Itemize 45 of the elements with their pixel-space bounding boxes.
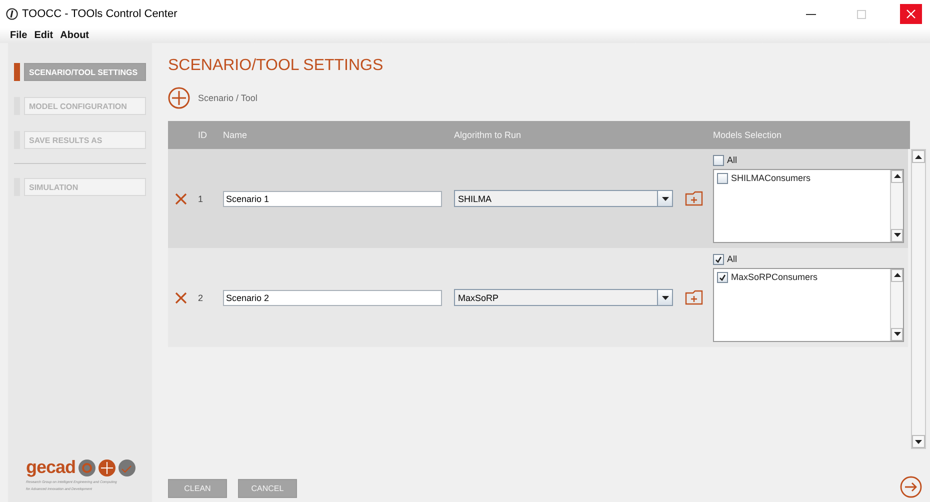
scrollbar[interactable] — [890, 170, 903, 242]
algorithm-dropdown[interactable]: MaxSoRP — [454, 289, 673, 306]
caret-down-icon — [915, 440, 922, 444]
menu-item[interactable]: Edit — [34, 30, 54, 41]
checkbox[interactable] — [717, 272, 728, 282]
name-field[interactable]: Scenario 1 — [223, 190, 442, 206]
page-title: SCENARIO/TOOL SETTINGS — [168, 57, 384, 75]
column-header: Name — [223, 130, 248, 140]
model-label: SHILMAConsumers — [731, 173, 811, 183]
model-label: MaxSoRPConsumers — [731, 272, 818, 282]
folder-add-icon[interactable] — [685, 191, 703, 206]
menu-item[interactable]: File — [10, 30, 28, 41]
folder-add-icon[interactable] — [685, 290, 703, 305]
delete-icon[interactable] — [175, 192, 187, 204]
caret-up-icon — [915, 154, 922, 158]
logo-wordmark: gecad — [26, 457, 76, 478]
checkbox-label: All — [727, 155, 738, 165]
checkbox-label: All — [727, 254, 738, 264]
add-icon[interactable] — [168, 87, 190, 109]
add-label: Scenario / Tool — [198, 93, 258, 103]
delete-icon[interactable] — [175, 292, 187, 304]
caret-down-icon — [662, 296, 668, 300]
close-icon — [906, 9, 916, 19]
app-logo-icon — [6, 8, 18, 20]
close-button[interactable] — [900, 4, 922, 24]
id-cell-text: 2 — [198, 292, 204, 302]
algorithm-dropdown[interactable]: SHILMA — [454, 190, 673, 207]
caret-down-icon — [894, 233, 900, 237]
caret-up-icon — [894, 174, 900, 178]
column-header: Models Selection — [713, 130, 783, 140]
checkbox[interactable] — [717, 172, 728, 184]
menu-item[interactable]: About — [60, 30, 90, 41]
window-title: TOOCC - TOOls Control Center — [22, 8, 178, 20]
checkbox[interactable] — [713, 154, 724, 166]
name-field[interactable]: Scenario 2 — [223, 290, 442, 306]
scrollbar[interactable] — [911, 149, 926, 449]
caret-down-icon — [662, 196, 668, 200]
caret-down-icon — [894, 332, 900, 336]
checkbox[interactable] — [713, 254, 724, 264]
column-header: ID — [198, 130, 208, 140]
id-cell-text: 1 — [198, 194, 204, 204]
scrollbar[interactable] — [890, 268, 903, 340]
caret-up-icon — [894, 273, 900, 277]
column-header: Algorithm to Run — [454, 130, 522, 140]
logo-circles-icon — [78, 458, 136, 476]
